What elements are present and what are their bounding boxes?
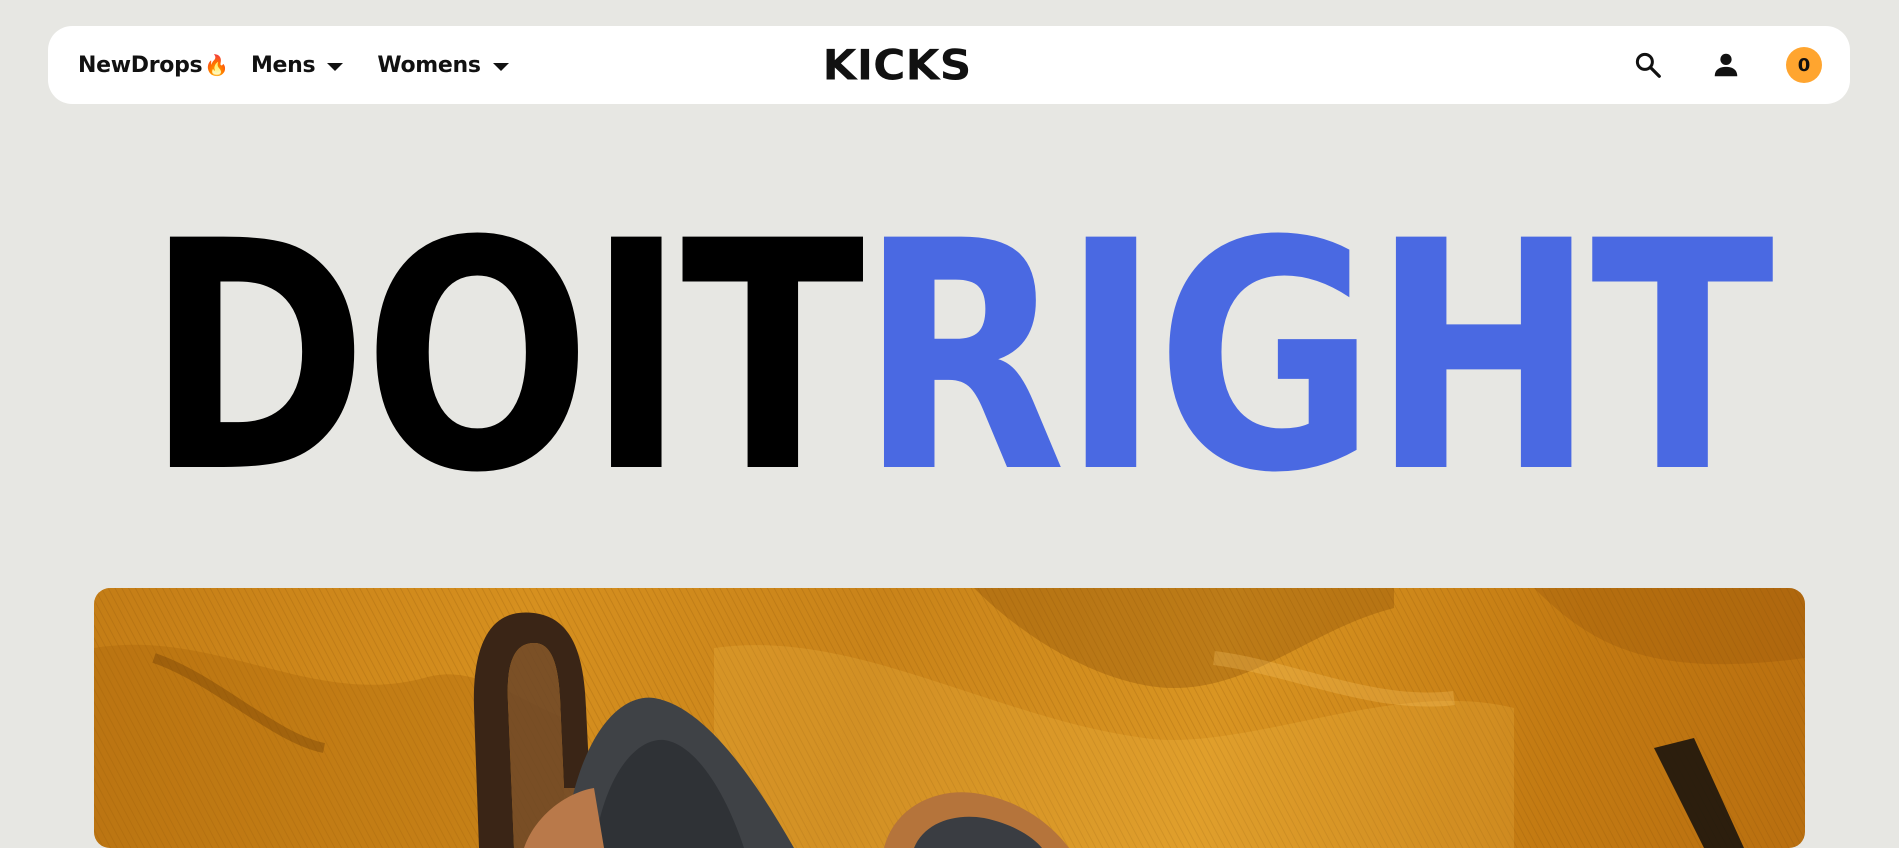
brand-logo[interactable]: KICKS	[823, 41, 972, 90]
search-icon	[1635, 52, 1661, 78]
fire-icon: 🔥	[204, 53, 229, 77]
chevron-down-icon	[492, 62, 509, 71]
top-navbar: NewDrops 🔥 Mens Womens KICKS 0	[48, 26, 1850, 104]
user-icon	[1714, 53, 1738, 77]
hero-banner-image	[94, 588, 1805, 848]
nav-actions: 0	[1628, 26, 1822, 104]
corduroy-fabric-photo	[94, 588, 1805, 848]
hero-title-part2: RIGHT	[859, 174, 1774, 542]
account-button[interactable]	[1706, 45, 1746, 85]
cart-count-badge[interactable]: 0	[1786, 47, 1822, 83]
nav-womens-dropdown[interactable]: Womens	[377, 52, 509, 78]
hero-heading: DOITRIGHT	[92, 200, 1822, 516]
search-button[interactable]	[1628, 45, 1668, 85]
nav-new-drops-label: NewDrops	[78, 52, 203, 78]
nav-mens-label: Mens	[250, 52, 316, 78]
chevron-down-icon	[327, 62, 344, 71]
nav-mens-dropdown[interactable]: Mens	[250, 52, 344, 78]
hero-title-part1: DOIT	[145, 174, 864, 542]
nav-womens-label: Womens	[377, 52, 481, 78]
nav-links: NewDrops 🔥 Mens Womens	[78, 26, 509, 104]
hero-title: DOITRIGHT	[145, 200, 1774, 516]
nav-new-drops-link[interactable]: NewDrops 🔥	[78, 53, 229, 78]
